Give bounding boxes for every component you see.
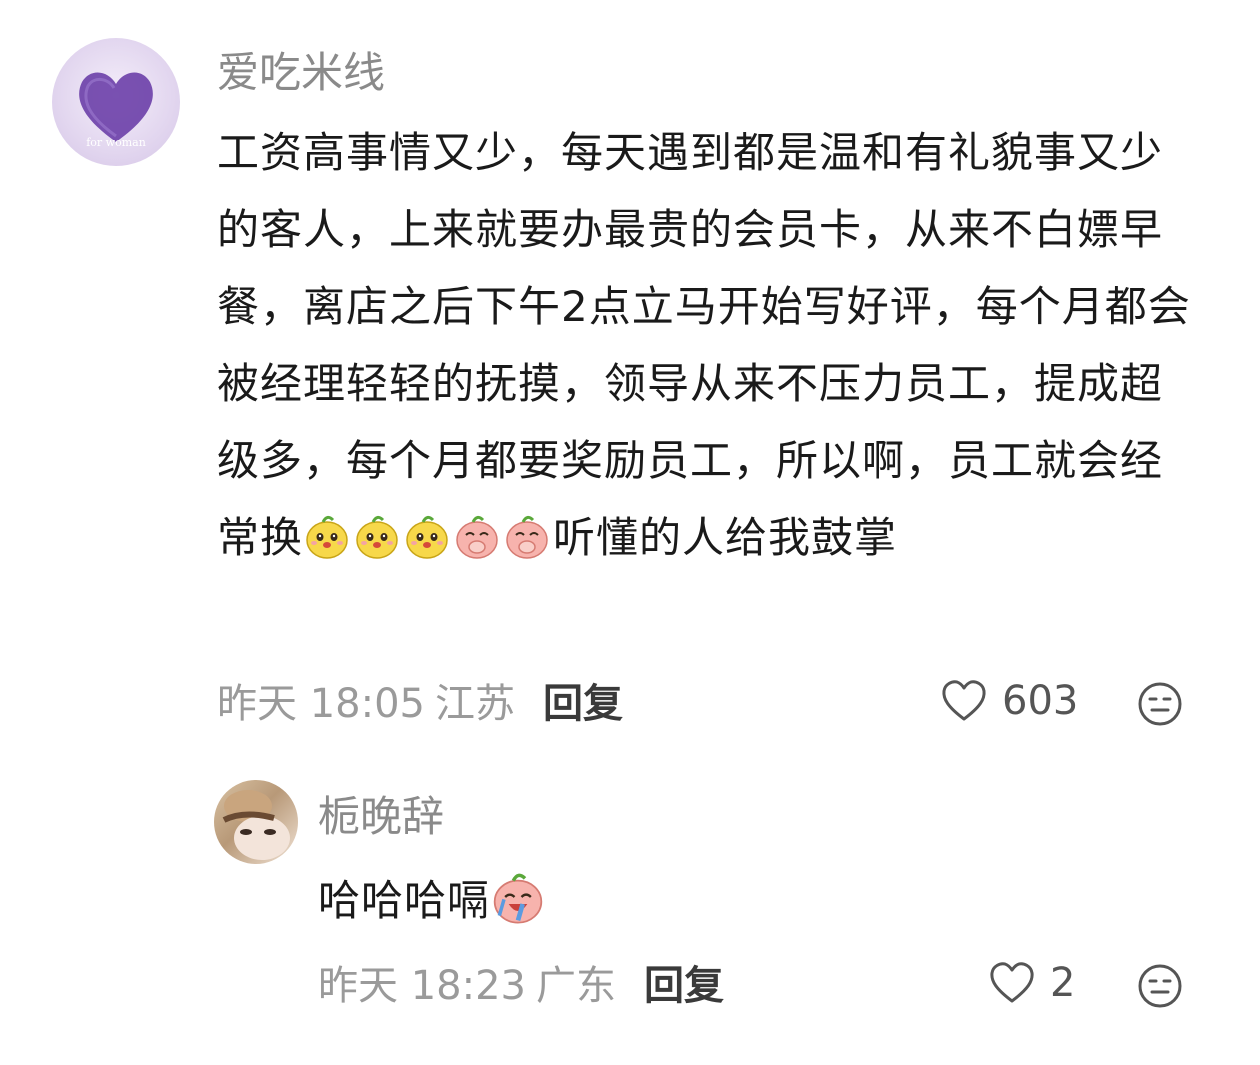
- photo-avatar-icon: [222, 790, 290, 860]
- heart-outline-icon: [990, 962, 1034, 1003]
- comment-meta: 昨天 18:05 江苏 回复: [217, 684, 623, 724]
- location: 江苏: [435, 681, 515, 727]
- yellow-face-emoji: [403, 512, 451, 560]
- avatar[interactable]: for woman: [52, 38, 180, 166]
- comment-text-part: 哈哈哈嗝: [318, 876, 491, 925]
- like-count: 603: [1002, 678, 1079, 724]
- like-count: 2: [1050, 960, 1076, 1006]
- pink-cover-mouth-emoji: [453, 512, 501, 560]
- reaction-button[interactable]: [1137, 681, 1183, 731]
- heart-outline-icon: [942, 680, 986, 721]
- avatar[interactable]: [214, 780, 298, 864]
- timestamp: 昨天 18:23: [318, 963, 526, 1009]
- reply-button[interactable]: 回复: [543, 681, 623, 727]
- username[interactable]: 爱吃米线: [217, 52, 385, 94]
- comment-text-part: 工资高事情又少，每天遇到都是温和有礼貌事又少的客人，上来就要办最贵的会员卡，从来…: [217, 128, 1191, 562]
- username[interactable]: 栀晚辞: [318, 796, 444, 838]
- location: 广东: [536, 963, 616, 1009]
- like-button[interactable]: 603: [940, 678, 1078, 724]
- pink-laugh-cry-emoji: [490, 869, 546, 925]
- timestamp: 昨天 18:05: [217, 681, 425, 727]
- yellow-face-emoji: [303, 512, 351, 560]
- pink-cover-mouth-emoji: [503, 512, 551, 560]
- reply-button[interactable]: 回复: [644, 963, 724, 1009]
- comment-meta: 昨天 18:23 广东 回复: [318, 966, 724, 1006]
- like-button[interactable]: 2: [988, 960, 1075, 1006]
- reaction-button[interactable]: [1137, 963, 1183, 1013]
- neutral-face-icon: [1138, 964, 1182, 1008]
- reply-comment-item: 栀晚辞 哈哈哈嗝 昨天 18:23 广东 回复 2: [0, 740, 1260, 1065]
- comment-text-part: 听懂的人给我鼓掌: [553, 513, 898, 562]
- avatar-caption: for woman: [86, 136, 146, 149]
- comment-text: 工资高事情又少，每天遇到都是温和有礼貌事又少的客人，上来就要办最贵的会员卡，从来…: [217, 114, 1202, 576]
- comment-item: for woman 爱吃米线 工资高事情又少，每天遇到都是温和有礼貌事又少的客人…: [0, 0, 1260, 740]
- comment-text: 哈哈哈嗝: [318, 862, 548, 939]
- yellow-face-emoji: [353, 512, 401, 560]
- neutral-face-icon: [1138, 682, 1182, 726]
